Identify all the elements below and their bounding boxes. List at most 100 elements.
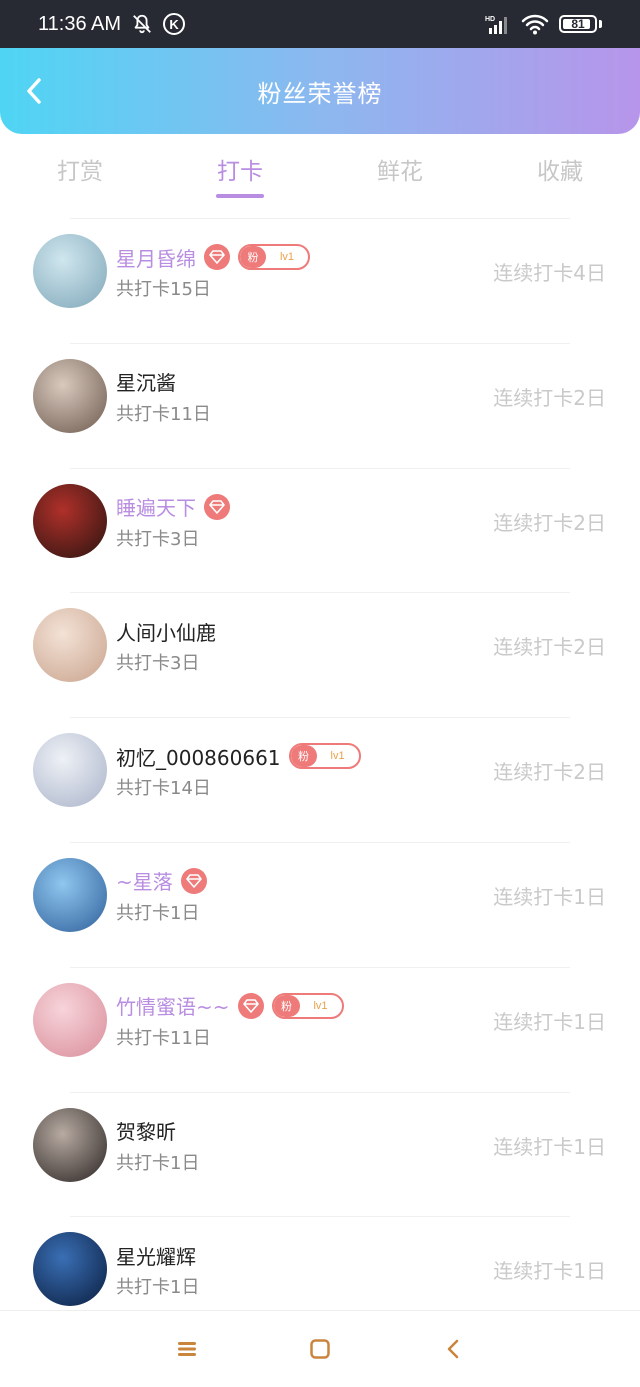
- status-time: 11:36 AM: [38, 12, 122, 35]
- name-line: 贺黎昕: [116, 1115, 199, 1147]
- fan-row[interactable]: 星月昏绵 粉 lv1 共打卡15日 连续打卡4日: [0, 219, 640, 344]
- back-button[interactable]: [18, 74, 50, 108]
- fan-info: 星月昏绵 粉 lv1 共打卡15日: [116, 241, 310, 301]
- fan-level-badge: 粉 lv1: [271, 992, 344, 1019]
- name-line: 星沉酱: [116, 366, 211, 398]
- fan-level-badge: 粉 lv1: [288, 743, 361, 770]
- tab-0[interactable]: 打赏: [0, 134, 160, 218]
- page-header: 粉丝荣誉榜: [0, 48, 640, 134]
- tab-3[interactable]: 收藏: [480, 134, 640, 218]
- page-title: 粉丝荣誉榜: [257, 79, 383, 108]
- fan-badge-level: lv1: [279, 251, 295, 263]
- diamond-icon: [180, 867, 207, 894]
- fan-info: 睡遍天下共打卡3日: [116, 491, 230, 551]
- home-square-icon: [310, 1339, 330, 1359]
- total-checkin: 共打卡11日: [116, 1027, 211, 1049]
- tab-active-underline: [216, 194, 264, 198]
- fan-name: ~星落: [116, 870, 173, 895]
- streak-checkin: 连续打卡4日: [493, 261, 606, 285]
- tab-1[interactable]: 打卡: [160, 134, 320, 218]
- fan-info: 竹情蜜语~~ 粉 lv1 共打卡11日: [116, 990, 344, 1050]
- avatar[interactable]: [33, 733, 107, 808]
- streak-checkin: 连续打卡1日: [493, 1259, 606, 1284]
- fan-name: 贺黎昕: [116, 1120, 176, 1145]
- avatar[interactable]: [33, 1107, 107, 1182]
- fan-list: 星月昏绵粉 lv1 共打卡15日 连续打卡4日 星沉酱 共打卡11日 连续打卡2日 睡遍天下共…: [0, 219, 640, 1342]
- total-checkin: 共打卡3日: [116, 528, 200, 550]
- diamond-icon: [237, 992, 264, 1019]
- total-checkin: 共打卡15日: [116, 279, 211, 300]
- name-line: 竹情蜜语~~ 粉 lv1: [116, 990, 344, 1022]
- streak-checkin: 连续打卡2日: [493, 635, 606, 660]
- fan-badge-label: 粉: [290, 745, 317, 768]
- status-left: 11:36 AM K: [38, 12, 186, 36]
- tab-bar: 打赏 打卡 鲜花 收藏: [0, 134, 640, 218]
- system-back-button[interactable]: [433, 1329, 473, 1369]
- fan-name: 睡遍天下: [116, 496, 196, 521]
- battery-level: 81: [571, 17, 585, 31]
- fan-row[interactable]: 睡遍天下共打卡3日 连续打卡2日: [0, 469, 640, 594]
- battery-icon: 81: [559, 15, 597, 33]
- home-button[interactable]: [300, 1329, 340, 1369]
- fan-row[interactable]: 人间小仙鹿共打卡3日 连续打卡2日: [0, 593, 640, 719]
- avatar[interactable]: [33, 1232, 107, 1307]
- fan-info: 人间小仙鹿共打卡3日: [116, 615, 216, 675]
- menu-button[interactable]: [167, 1329, 207, 1369]
- streak-checkin: 连续打卡2日: [493, 510, 606, 535]
- fan-name: 星光耀辉: [116, 1244, 196, 1269]
- tab-label: 鲜花: [377, 159, 423, 185]
- network-label: HD: [485, 16, 495, 23]
- streak-checkin: 连续打卡1日: [493, 884, 606, 909]
- diamond-icon: [204, 493, 230, 520]
- fan-badge-label: 粉: [240, 246, 266, 268]
- menu-icon: [177, 1342, 196, 1356]
- signal-icon: HD: [485, 16, 507, 34]
- name-line: 人间小仙鹿: [116, 615, 216, 647]
- avatar[interactable]: [33, 358, 107, 433]
- total-checkin: 共打卡11日: [116, 403, 211, 425]
- fan-name: 星沉酱: [116, 371, 176, 396]
- total-checkin: 共打卡14日: [116, 778, 211, 800]
- fan-name: 初忆_000860661: [116, 745, 281, 770]
- chevron-left-icon: [27, 78, 41, 104]
- bell-off-icon: [133, 14, 151, 34]
- streak-checkin: 连续打卡1日: [493, 1134, 606, 1159]
- fan-badge-level: lv1: [313, 999, 328, 1012]
- fan-row[interactable]: 星沉酱 共打卡11日 连续打卡2日: [0, 344, 640, 469]
- avatar[interactable]: [33, 608, 107, 683]
- total-checkin: 共打卡3日: [116, 653, 200, 675]
- name-line: ~星落: [116, 865, 207, 897]
- tab-label: 打卡: [217, 159, 263, 185]
- tab-label: 打赏: [57, 159, 103, 185]
- system-nav-bar: [0, 1310, 640, 1387]
- tab-2[interactable]: 鲜花: [320, 134, 480, 218]
- fan-row[interactable]: 贺黎昕 共打卡1日 连续打卡1日: [0, 1093, 640, 1218]
- total-checkin: 共打卡1日: [116, 902, 200, 924]
- fan-name: 竹情蜜语~~: [116, 995, 230, 1020]
- name-line: 初忆_000860661 粉 lv1: [116, 740, 361, 772]
- fan-badge-label: 粉: [273, 994, 300, 1017]
- diamond-icon: [204, 244, 230, 270]
- fan-info: ~星落共打卡1日: [116, 865, 207, 925]
- back-chevron-icon: [448, 1339, 459, 1359]
- fan-badge-level: lv1: [330, 750, 345, 763]
- fan-row[interactable]: ~星落共打卡1日 连续打卡1日: [0, 843, 640, 968]
- fan-info: 贺黎昕 共打卡1日: [116, 1115, 199, 1175]
- name-line: 星光耀辉: [116, 1239, 199, 1271]
- avatar[interactable]: [33, 483, 107, 558]
- fan-name: 人间小仙鹿: [116, 620, 216, 645]
- status-right: HD 81: [485, 13, 602, 35]
- avatar[interactable]: [33, 234, 107, 308]
- streak-checkin: 连续打卡1日: [493, 1009, 606, 1034]
- avatar[interactable]: [33, 982, 107, 1057]
- name-line: 睡遍天下: [116, 491, 230, 523]
- fan-row[interactable]: 初忆_000860661 粉 lv1 共打卡14日 连续打卡2日: [0, 718, 640, 843]
- name-line: 星月昏绵 粉 lv1: [116, 241, 310, 273]
- k-icon: K: [163, 13, 186, 35]
- battery-cap: [599, 20, 602, 28]
- fan-row[interactable]: 竹情蜜语~~ 粉 lv1 共打卡11日 连续打卡1日: [0, 968, 640, 1093]
- avatar[interactable]: [33, 857, 107, 932]
- status-bar: 11:36 AM K HD 81: [0, 0, 640, 48]
- fan-info: 初忆_000860661 粉 lv1 共打卡14日: [116, 740, 361, 800]
- fan-info: 星沉酱共打卡11日: [116, 366, 211, 426]
